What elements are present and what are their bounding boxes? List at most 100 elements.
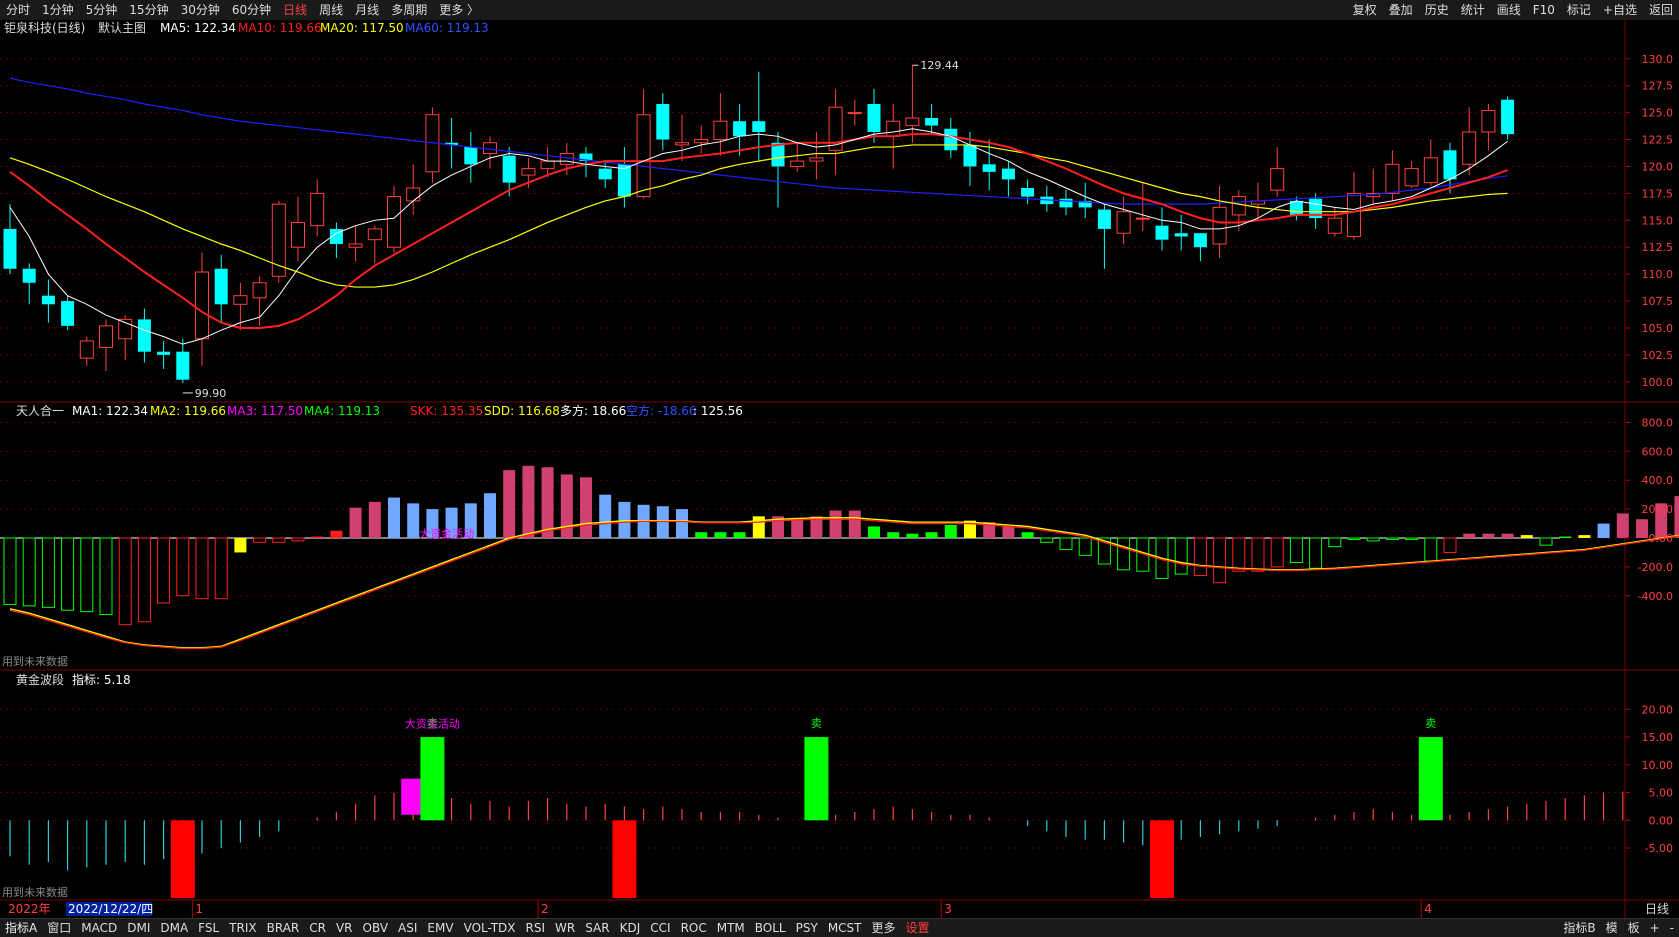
ind1-bar xyxy=(848,510,861,538)
period-tab-4[interactable]: 30分钟 xyxy=(175,0,226,20)
indicator-tab-2[interactable]: MACD xyxy=(76,919,122,937)
candle-body xyxy=(387,196,401,248)
y-tick-label: 105.0 xyxy=(1642,322,1674,335)
candle-body xyxy=(925,118,939,126)
indicator-tab-24[interactable]: 更多 xyxy=(867,919,901,937)
indicator-tab-22[interactable]: PSY xyxy=(791,919,823,937)
period-tab-9[interactable]: 多周期 xyxy=(385,0,433,20)
indicator-tab-1[interactable]: 窗口 xyxy=(42,919,76,937)
ind1-bar xyxy=(868,526,880,538)
ind1-bar xyxy=(1559,536,1572,538)
ind1-legend: 天人合一 MA1: 122.34 MA2: 119.66 MA3: 117.50… xyxy=(16,403,743,418)
top-tool-7[interactable]: +自选 xyxy=(1597,0,1643,20)
ind1-short: 空方: -18.66 xyxy=(626,403,697,418)
top-tool-8[interactable]: 返回 xyxy=(1643,0,1679,20)
bottom-tool-4[interactable]: - xyxy=(1665,919,1679,937)
ind1-bar xyxy=(1021,532,1034,538)
candle-body xyxy=(521,168,536,176)
candle-body xyxy=(982,164,996,172)
ind1-bar xyxy=(1597,523,1610,538)
candle-body xyxy=(79,340,94,359)
indicator-tab-21[interactable]: BOLL xyxy=(750,919,791,937)
top-tool-0[interactable]: 复权 xyxy=(1347,0,1383,20)
indicator-tab-23[interactable]: MCST xyxy=(823,919,867,937)
indicator-tab-12[interactable]: EMV xyxy=(422,919,458,937)
ind2-title[interactable]: 黄金波段 xyxy=(16,672,64,687)
top-tool-4[interactable]: 画线 xyxy=(1491,0,1527,20)
period-tab-1[interactable]: 1分钟 xyxy=(36,0,80,20)
candle-body xyxy=(502,155,516,183)
candle-body xyxy=(310,192,325,227)
bottom-tool-2[interactable]: 板 xyxy=(1623,919,1645,937)
main-legend: 钜泉科技(日线) 默认主图 MA5: 122.34 MA10: 119.66 M… xyxy=(4,20,489,35)
candle-body xyxy=(252,282,267,299)
indicator-tab-19[interactable]: ROC xyxy=(676,919,712,937)
top-tool-2[interactable]: 历史 xyxy=(1419,0,1455,20)
ind1-ma3: MA3: 117.50 xyxy=(227,404,303,418)
indicator-tab-3[interactable]: DMI xyxy=(122,919,155,937)
ind1-bar xyxy=(887,532,900,538)
y-tick-label: 120.0 xyxy=(1642,160,1674,173)
y-tick-label: 600.0 xyxy=(1642,445,1674,458)
period-tab-8[interactable]: 月线 xyxy=(349,0,385,20)
indicator-tab-11[interactable]: ASI xyxy=(393,919,422,937)
ind2-legend: 黄金波段 指标: 5.18 xyxy=(16,672,131,687)
indicator-toolbar: 指标A 窗口 MACD DMI DMA FSL TRIX BRAR CR VR OBV ASI EMV V… xyxy=(0,918,1679,937)
xaxis-date: 2022/12/22/四 xyxy=(68,902,153,916)
sell-signal-label: 卖 xyxy=(811,717,822,730)
period-tab-2[interactable]: 5分钟 xyxy=(80,0,124,20)
top-tool-1[interactable]: 叠加 xyxy=(1383,0,1419,20)
y-tick-label: 107.5 xyxy=(1642,295,1674,308)
low-price-label: 99.90 xyxy=(195,387,227,400)
top-right-tools: 复权 叠加 历史 统计 画线 F10 标记 +自选 返回 xyxy=(1347,0,1679,20)
indicator-tab-5[interactable]: FSL xyxy=(193,919,224,937)
candle-body xyxy=(1327,217,1342,234)
indicator-tab-17[interactable]: KDJ xyxy=(615,919,646,937)
indicator-tab-7[interactable]: BRAR xyxy=(262,919,305,937)
bottom-tool-1[interactable]: 模 xyxy=(1601,919,1623,937)
indicator-tab-8[interactable]: CR xyxy=(304,919,331,937)
bottom-tool-3[interactable]: + xyxy=(1645,919,1665,937)
indicator-tab-10[interactable]: OBV xyxy=(358,919,394,937)
candle-body xyxy=(675,142,689,146)
y-tick-label: 112.5 xyxy=(1642,241,1674,254)
top-tool-5[interactable]: F10 xyxy=(1527,0,1561,20)
indicator-tab-20[interactable]: MTM xyxy=(712,919,750,937)
indicator-tab-6[interactable]: TRIX xyxy=(224,919,261,937)
indicator-tab-18[interactable]: CCI xyxy=(645,919,675,937)
ind1-bar xyxy=(349,507,362,538)
indicator-tab-4[interactable]: DMA xyxy=(155,919,193,937)
ind1-bar xyxy=(618,501,631,538)
ind1-ma1: MA1: 122.34 xyxy=(72,404,148,418)
ind1-skk: SKK: 135.35 xyxy=(410,404,483,418)
ind1-bar xyxy=(368,501,381,538)
candle-body xyxy=(1135,217,1150,220)
indicator-tab-0[interactable]: 指标A xyxy=(0,919,42,937)
period-tab-0[interactable]: 分时 xyxy=(0,0,36,20)
bottom-tool-0[interactable]: 指标B xyxy=(1558,919,1600,937)
candle-body xyxy=(905,117,920,127)
main-indicator-label[interactable]: 默认主图 xyxy=(98,20,146,35)
indicator-tab-15[interactable]: WR xyxy=(550,919,580,937)
top-tool-6[interactable]: 标记 xyxy=(1561,0,1597,20)
candle-body xyxy=(1155,225,1169,240)
period-tab-5[interactable]: 60分钟 xyxy=(226,0,277,20)
period-tab-6[interactable]: 日线 xyxy=(277,0,313,20)
ind1-bar xyxy=(1463,533,1476,538)
ind1-bar xyxy=(1616,513,1629,538)
indicator-tab-16[interactable]: SAR xyxy=(580,919,614,937)
ind1-bar xyxy=(330,530,343,538)
y-tick-label: 130.0 xyxy=(1642,53,1674,66)
indicator-tab-14[interactable]: RSI xyxy=(521,919,551,937)
period-tab-7[interactable]: 周线 xyxy=(313,0,349,20)
period-tab-3[interactable]: 15分钟 xyxy=(123,0,174,20)
month-label: 1 xyxy=(195,902,203,916)
ind1-title[interactable]: 天人合一 xyxy=(16,403,64,418)
period-tab-10[interactable]: 更多 〉 xyxy=(433,0,485,20)
ind2-signal-bar xyxy=(1150,820,1174,898)
indicator-tab-9[interactable]: VR xyxy=(331,919,358,937)
ind2-annotation: 大资金活动 xyxy=(405,717,460,731)
indicator-tab-13[interactable]: VOL-TDX xyxy=(459,919,521,937)
indicator-tab-25[interactable]: 设置 xyxy=(901,919,935,937)
top-tool-3[interactable]: 统计 xyxy=(1455,0,1491,20)
